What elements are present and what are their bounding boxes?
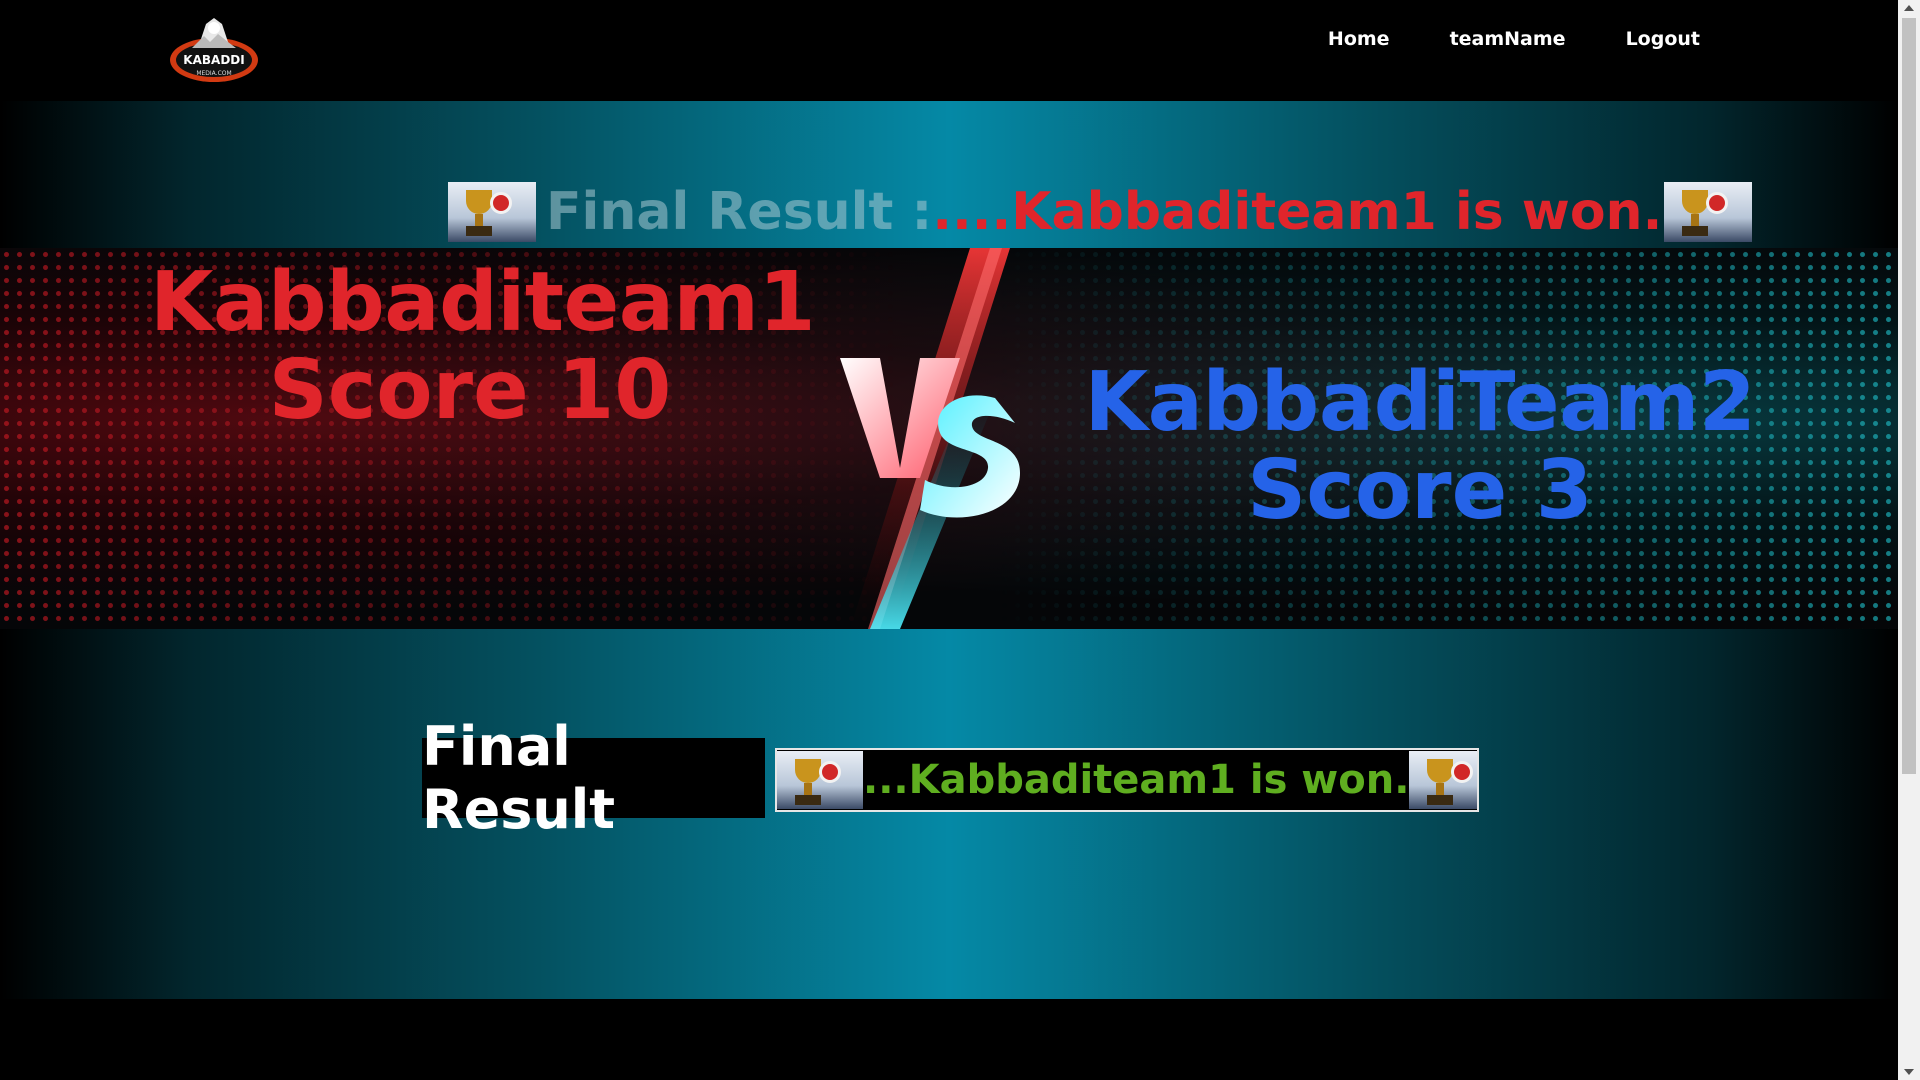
nav-logout-link[interactable]: Logout <box>1626 28 1700 50</box>
winner-banner: ...Kabbaditeam1 is won. <box>775 748 1479 812</box>
top-result-label: Final Result : <box>546 182 933 242</box>
vertical-scrollbar[interactable] <box>1898 0 1920 1080</box>
nav-teamname-link[interactable]: teamName <box>1450 28 1566 50</box>
team2-name: KabbadiTeam2 <box>1084 355 1756 450</box>
winner-text: ...Kabbaditeam1 is won. <box>863 757 1410 803</box>
scroll-thumb[interactable] <box>1902 18 1916 774</box>
page: KABADDI MEDIA.COM Home teamName Logout F… <box>0 0 1920 1080</box>
nav-links: Home teamName Logout <box>1328 28 1700 50</box>
top-result-banner: Final Result :....Kabbaditeam1 is won. <box>448 182 1753 242</box>
trophy-icon <box>1409 751 1477 809</box>
logo-text: KABADDI <box>183 53 244 67</box>
scroll-up-icon[interactable] <box>1904 5 1914 11</box>
team1-name: Kabbaditeam1 <box>150 255 816 350</box>
top-result-value: ....Kabbaditeam1 is won. <box>932 182 1663 242</box>
team1-score: Score 10 <box>268 343 672 438</box>
scroll-down-icon[interactable] <box>1904 1069 1914 1075</box>
trophy-icon <box>1664 182 1753 242</box>
navbar: KABADDI MEDIA.COM Home teamName Logout <box>0 0 1898 101</box>
team2-panel: KabbadiTeam2 Score 3 <box>1080 362 1760 532</box>
logo-subtext: MEDIA.COM <box>196 70 231 77</box>
trophy-icon <box>448 182 536 242</box>
vs-graphic <box>840 248 1020 629</box>
trophy-icon <box>777 751 863 809</box>
kabaddi-logo[interactable]: KABADDI MEDIA.COM <box>168 12 260 88</box>
top-result-text: Final Result :....Kabbaditeam1 is won. <box>546 182 1662 242</box>
team2-score: Score 3 <box>1247 443 1593 538</box>
nav-home-link[interactable]: Home <box>1328 28 1390 50</box>
team1-panel: Kabbaditeam1 Score 10 <box>150 255 816 438</box>
final-result-label: Final Result <box>422 715 765 841</box>
